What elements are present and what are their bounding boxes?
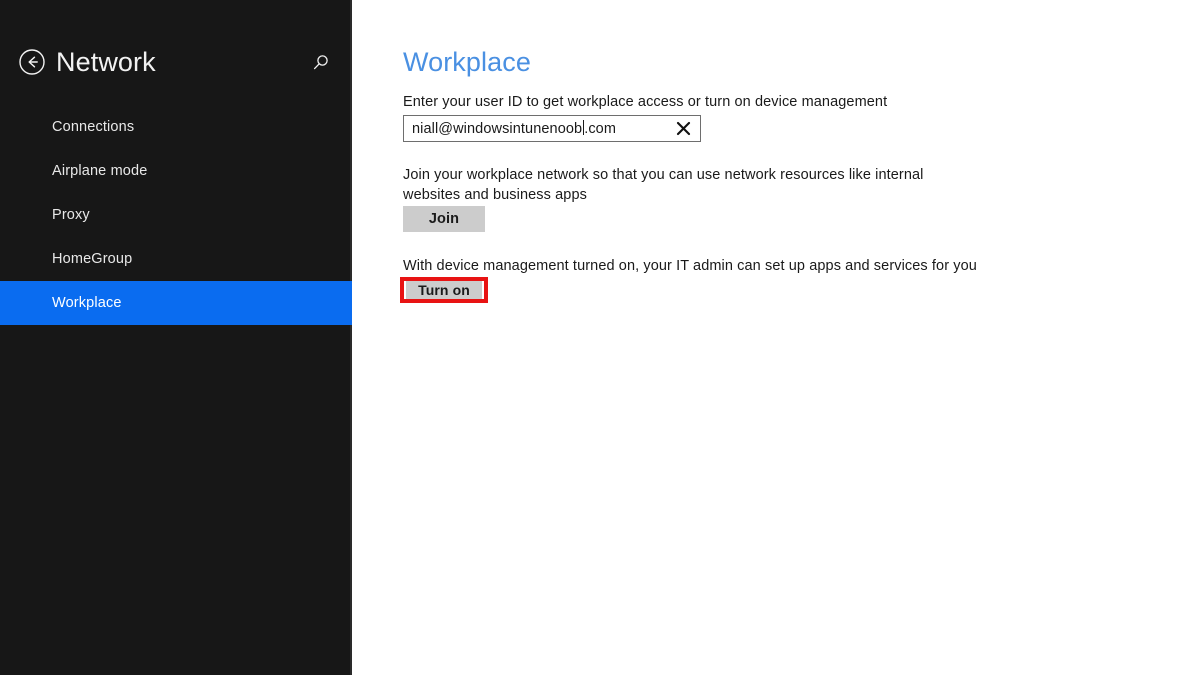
sidebar-item-label: HomeGroup: [52, 251, 133, 267]
join-description: Join your workplace network so that you …: [403, 167, 924, 203]
search-icon[interactable]: [308, 50, 334, 76]
back-arrow-circle-icon[interactable]: [17, 47, 47, 77]
close-x-icon[interactable]: [675, 121, 691, 137]
device-management-description: With device management turned on, your I…: [403, 258, 977, 274]
sidebar: Network Connections Airplane mode Proxy …: [0, 0, 352, 675]
turn-on-button[interactable]: Turn on: [406, 281, 482, 299]
main-content: Workplace Enter your user ID to get work…: [352, 0, 1200, 675]
sidebar-item-label: Airplane mode: [52, 163, 148, 179]
sidebar-nav-list: Connections Airplane mode Proxy HomeGrou…: [0, 105, 352, 325]
sidebar-item-label: Workplace: [52, 295, 122, 311]
sidebar-item-airplane-mode[interactable]: Airplane mode: [0, 149, 352, 193]
page-title: Workplace: [403, 47, 531, 77]
sidebar-item-label: Connections: [52, 119, 135, 135]
userid-input-value: niall@windowsintunenoob .com: [412, 120, 616, 137]
join-button[interactable]: Join: [403, 206, 485, 232]
userid-text-after-caret: .com: [584, 121, 617, 137]
userid-text-before-caret: niall@windowsintunenoob: [412, 121, 583, 137]
app-title: Network: [56, 47, 156, 77]
sidebar-item-label: Proxy: [52, 207, 90, 223]
sidebar-item-connections[interactable]: Connections: [0, 105, 352, 149]
sidebar-item-proxy[interactable]: Proxy: [0, 193, 352, 237]
userid-input[interactable]: niall@windowsintunenoob .com: [403, 115, 701, 142]
sidebar-item-workplace[interactable]: Workplace: [0, 281, 352, 325]
sidebar-item-homegroup[interactable]: HomeGroup: [0, 237, 352, 281]
userid-field-label: Enter your user ID to get workplace acce…: [403, 94, 888, 110]
network-settings-screen: Network Connections Airplane mode Proxy …: [0, 0, 1200, 675]
